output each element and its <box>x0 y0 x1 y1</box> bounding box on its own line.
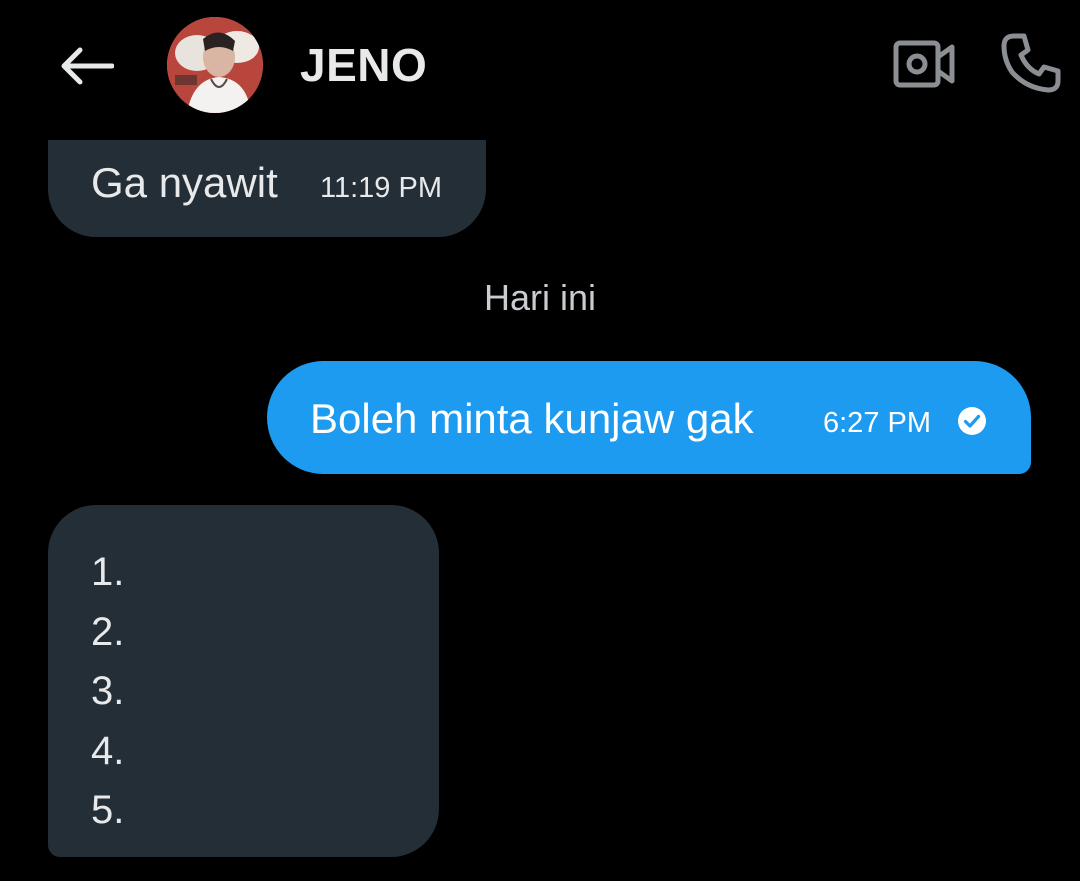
message-timestamp: 6:27 PM <box>823 407 931 439</box>
numbered-list: 1. 2. 3. 4. 5. <box>91 543 124 841</box>
back-button[interactable] <box>56 40 116 92</box>
list-item: 1. <box>91 550 125 594</box>
arrow-left-icon <box>61 47 114 85</box>
video-call-button[interactable] <box>890 36 958 92</box>
video-camera-icon <box>893 40 955 88</box>
avatar[interactable] <box>167 17 263 113</box>
message-text: Ga nyawit <box>91 159 278 206</box>
voice-call-button[interactable] <box>998 30 1064 96</box>
incoming-message[interactable]: Ga nyawit 11:19 PM <box>48 140 486 237</box>
list-item: 3. <box>91 669 125 713</box>
read-check-icon <box>958 407 986 435</box>
phone-icon <box>1001 33 1061 93</box>
list-item: 5. <box>91 788 125 832</box>
message-text: Boleh minta kunjaw gak <box>310 395 754 442</box>
incoming-message[interactable]: 1. 2. 3. 4. 5. <box>48 505 439 857</box>
outgoing-message[interactable]: Boleh minta kunjaw gak 6:27 PM <box>267 361 1031 474</box>
chat-header: JENO <box>0 0 1080 140</box>
list-item: 2. <box>91 609 125 654</box>
profile-photo <box>167 17 263 113</box>
list-item: 4. <box>91 728 125 773</box>
day-divider: Hari ini <box>483 277 597 318</box>
message-timestamp: 11:19 PM <box>320 172 442 204</box>
contact-name: JENO <box>300 39 428 91</box>
